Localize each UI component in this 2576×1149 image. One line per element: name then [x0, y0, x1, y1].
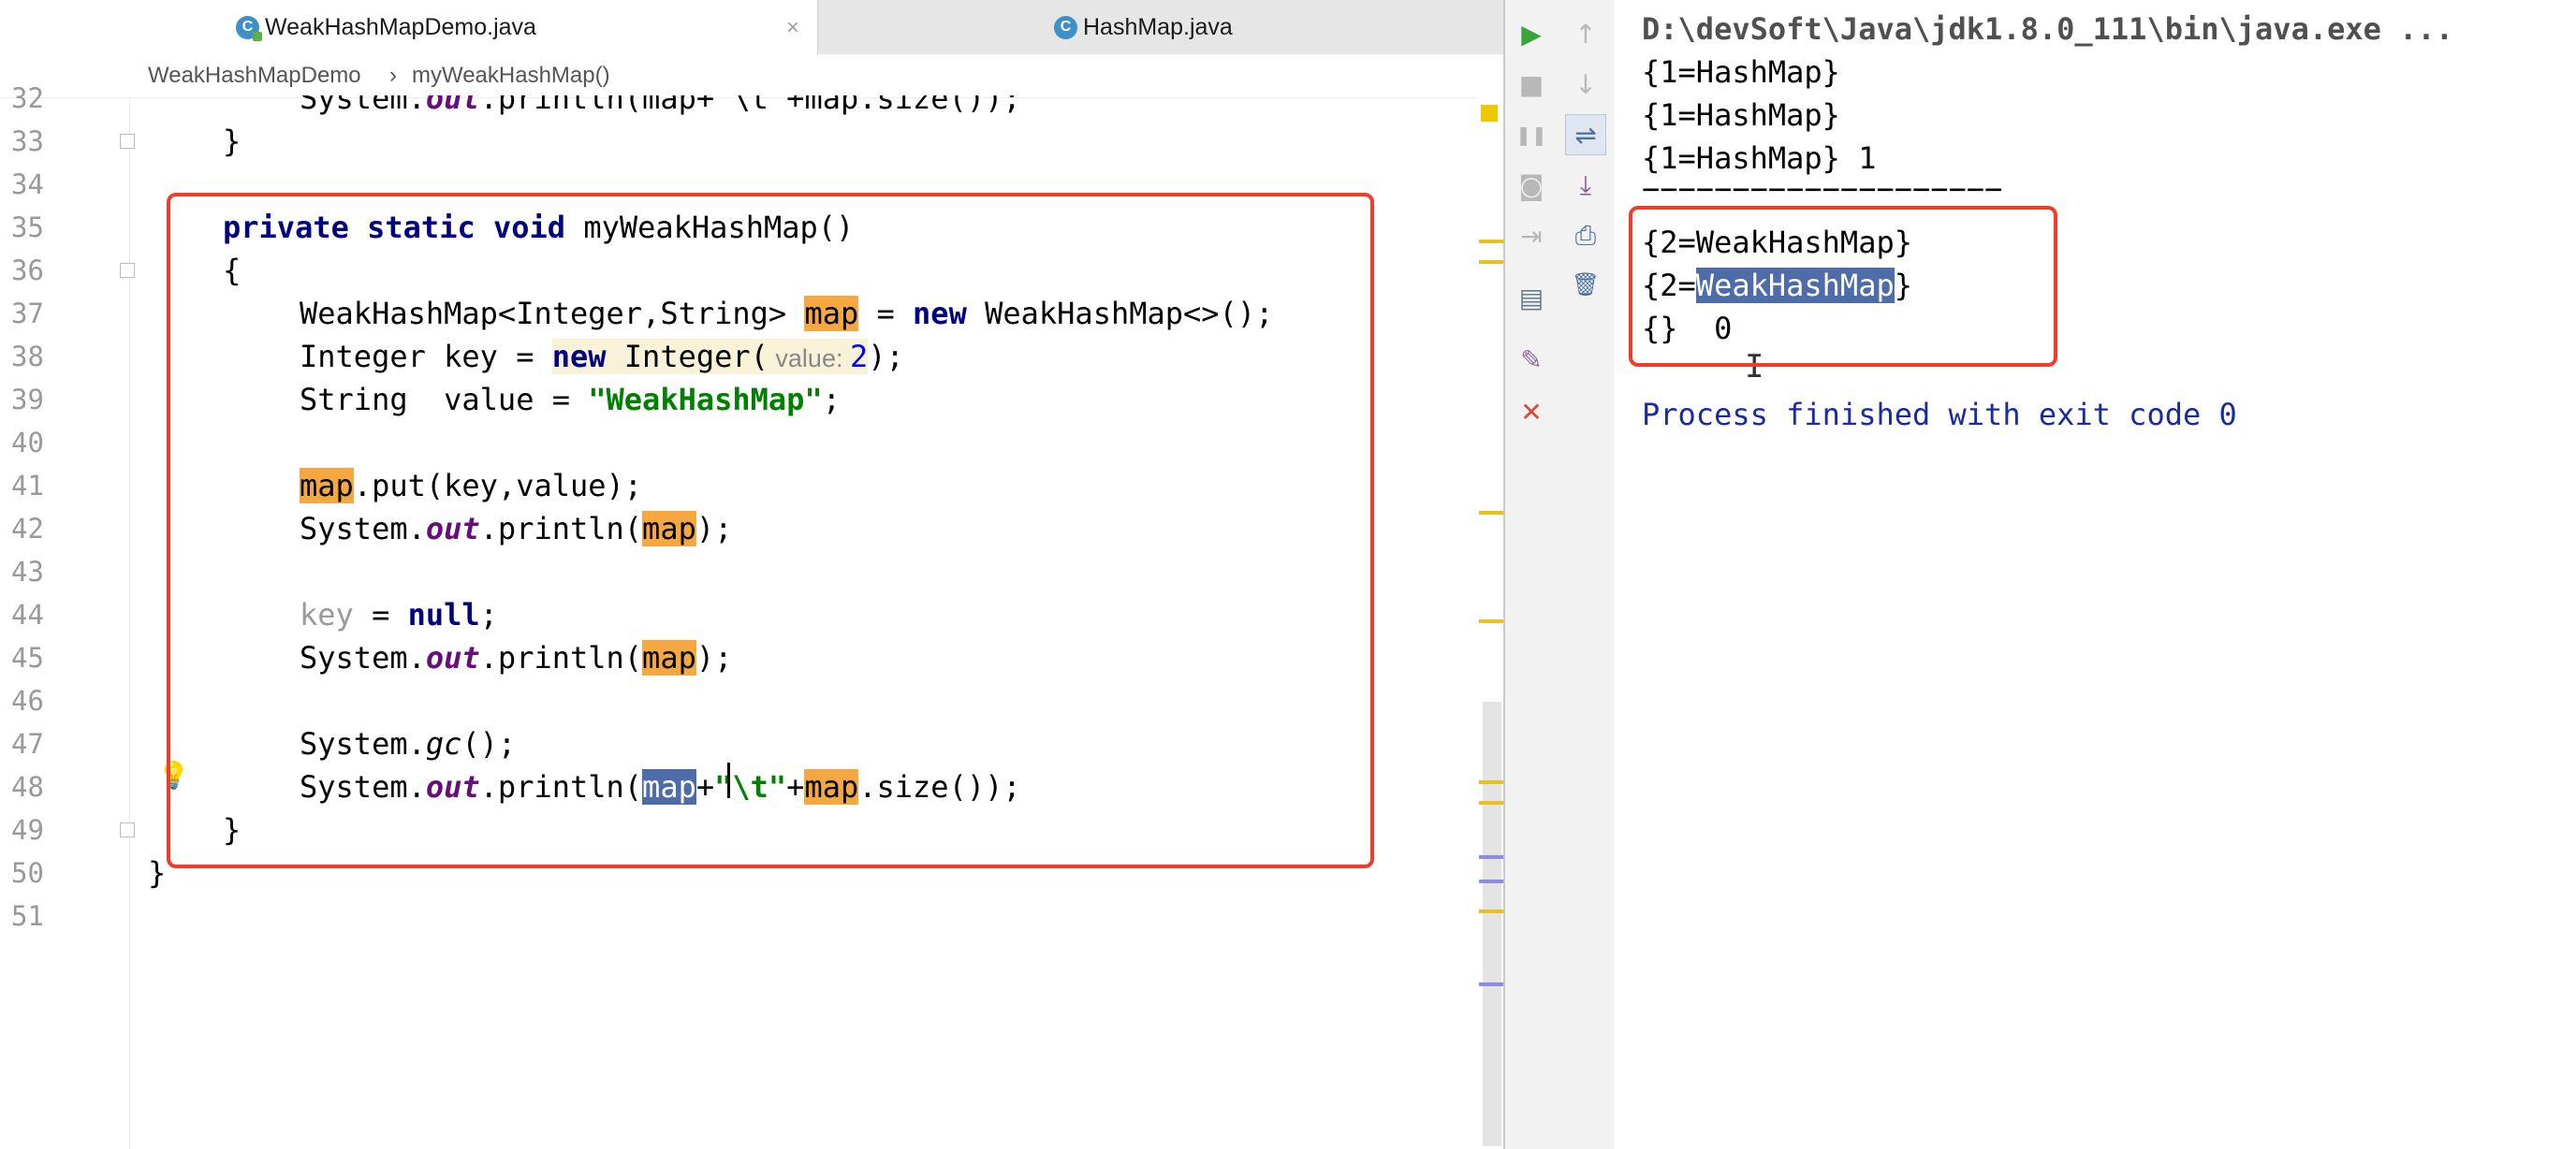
annotation-highlight-box — [167, 193, 1374, 868]
vertical-scrollbar[interactable] — [1483, 702, 1501, 1146]
code-editor[interactable]: C WeakHashMapDemo.java × C HashMap.java … — [0, 0, 1503, 1149]
console-line: {1=HashMap} — [1642, 97, 1840, 133]
rerun-icon[interactable]: ▶ — [1511, 13, 1552, 54]
console-line: {1=HashMap} — [1642, 54, 1840, 90]
print-icon[interactable]: ⎙ — [1565, 215, 1606, 256]
code-line-33: } — [223, 124, 242, 159]
down-arrow-icon[interactable]: ↓ — [1565, 64, 1606, 105]
console-command-line: D:\devSoft\Java\jdk1.8.0_111\bin\java.ex… — [1642, 11, 2453, 47]
analysis-status-icon[interactable] — [1481, 105, 1498, 122]
stop-icon[interactable]: ■ — [1511, 64, 1552, 105]
run-toolbar-right: ↑ ↓ ⇌ ⤓ ⎙ 🗑 — [1559, 0, 1615, 1149]
stripe-marker[interactable] — [1479, 619, 1503, 623]
up-arrow-icon[interactable]: ↑ — [1565, 13, 1606, 54]
code-line-32: System.out.println(map+"\t"+map.size()); — [300, 80, 1021, 116]
annotation-highlight-box — [1629, 206, 2057, 367]
close-icon[interactable]: ✕ — [1511, 391, 1552, 432]
scroll-to-end-icon[interactable]: ⤓ — [1565, 165, 1606, 206]
stripe-marker[interactable] — [1479, 260, 1503, 264]
run-toolbar-left: ▶ ■ ❚❚ ◙ ⇥ ▤ ✎ ✕ — [1505, 0, 1560, 1149]
login-icon[interactable]: ⇥ — [1511, 215, 1552, 256]
soft-wrap-icon[interactable]: ⇌ — [1565, 114, 1606, 155]
code-line-50: } — [148, 855, 167, 891]
stripe-marker[interactable] — [1479, 240, 1503, 243]
stripe-marker[interactable] — [1479, 909, 1503, 913]
stripe-marker[interactable] — [1479, 801, 1503, 805]
stripe-marker[interactable] — [1479, 880, 1503, 883]
stripe-marker[interactable] — [1479, 511, 1503, 515]
stripe-marker[interactable] — [1479, 982, 1503, 986]
trash-icon[interactable]: 🗑 — [1565, 264, 1606, 305]
stripe-marker[interactable] — [1479, 855, 1503, 859]
pin-icon[interactable]: ✎ — [1511, 339, 1552, 380]
process-finished-message: Process finished with exit code 0 — [1642, 397, 2237, 432]
layout-icon[interactable]: ▤ — [1511, 277, 1552, 318]
stripe-marker[interactable] — [1479, 780, 1503, 784]
pause-icon[interactable]: ❚❚ — [1511, 114, 1552, 155]
camera-icon[interactable]: ◙ — [1511, 165, 1552, 206]
